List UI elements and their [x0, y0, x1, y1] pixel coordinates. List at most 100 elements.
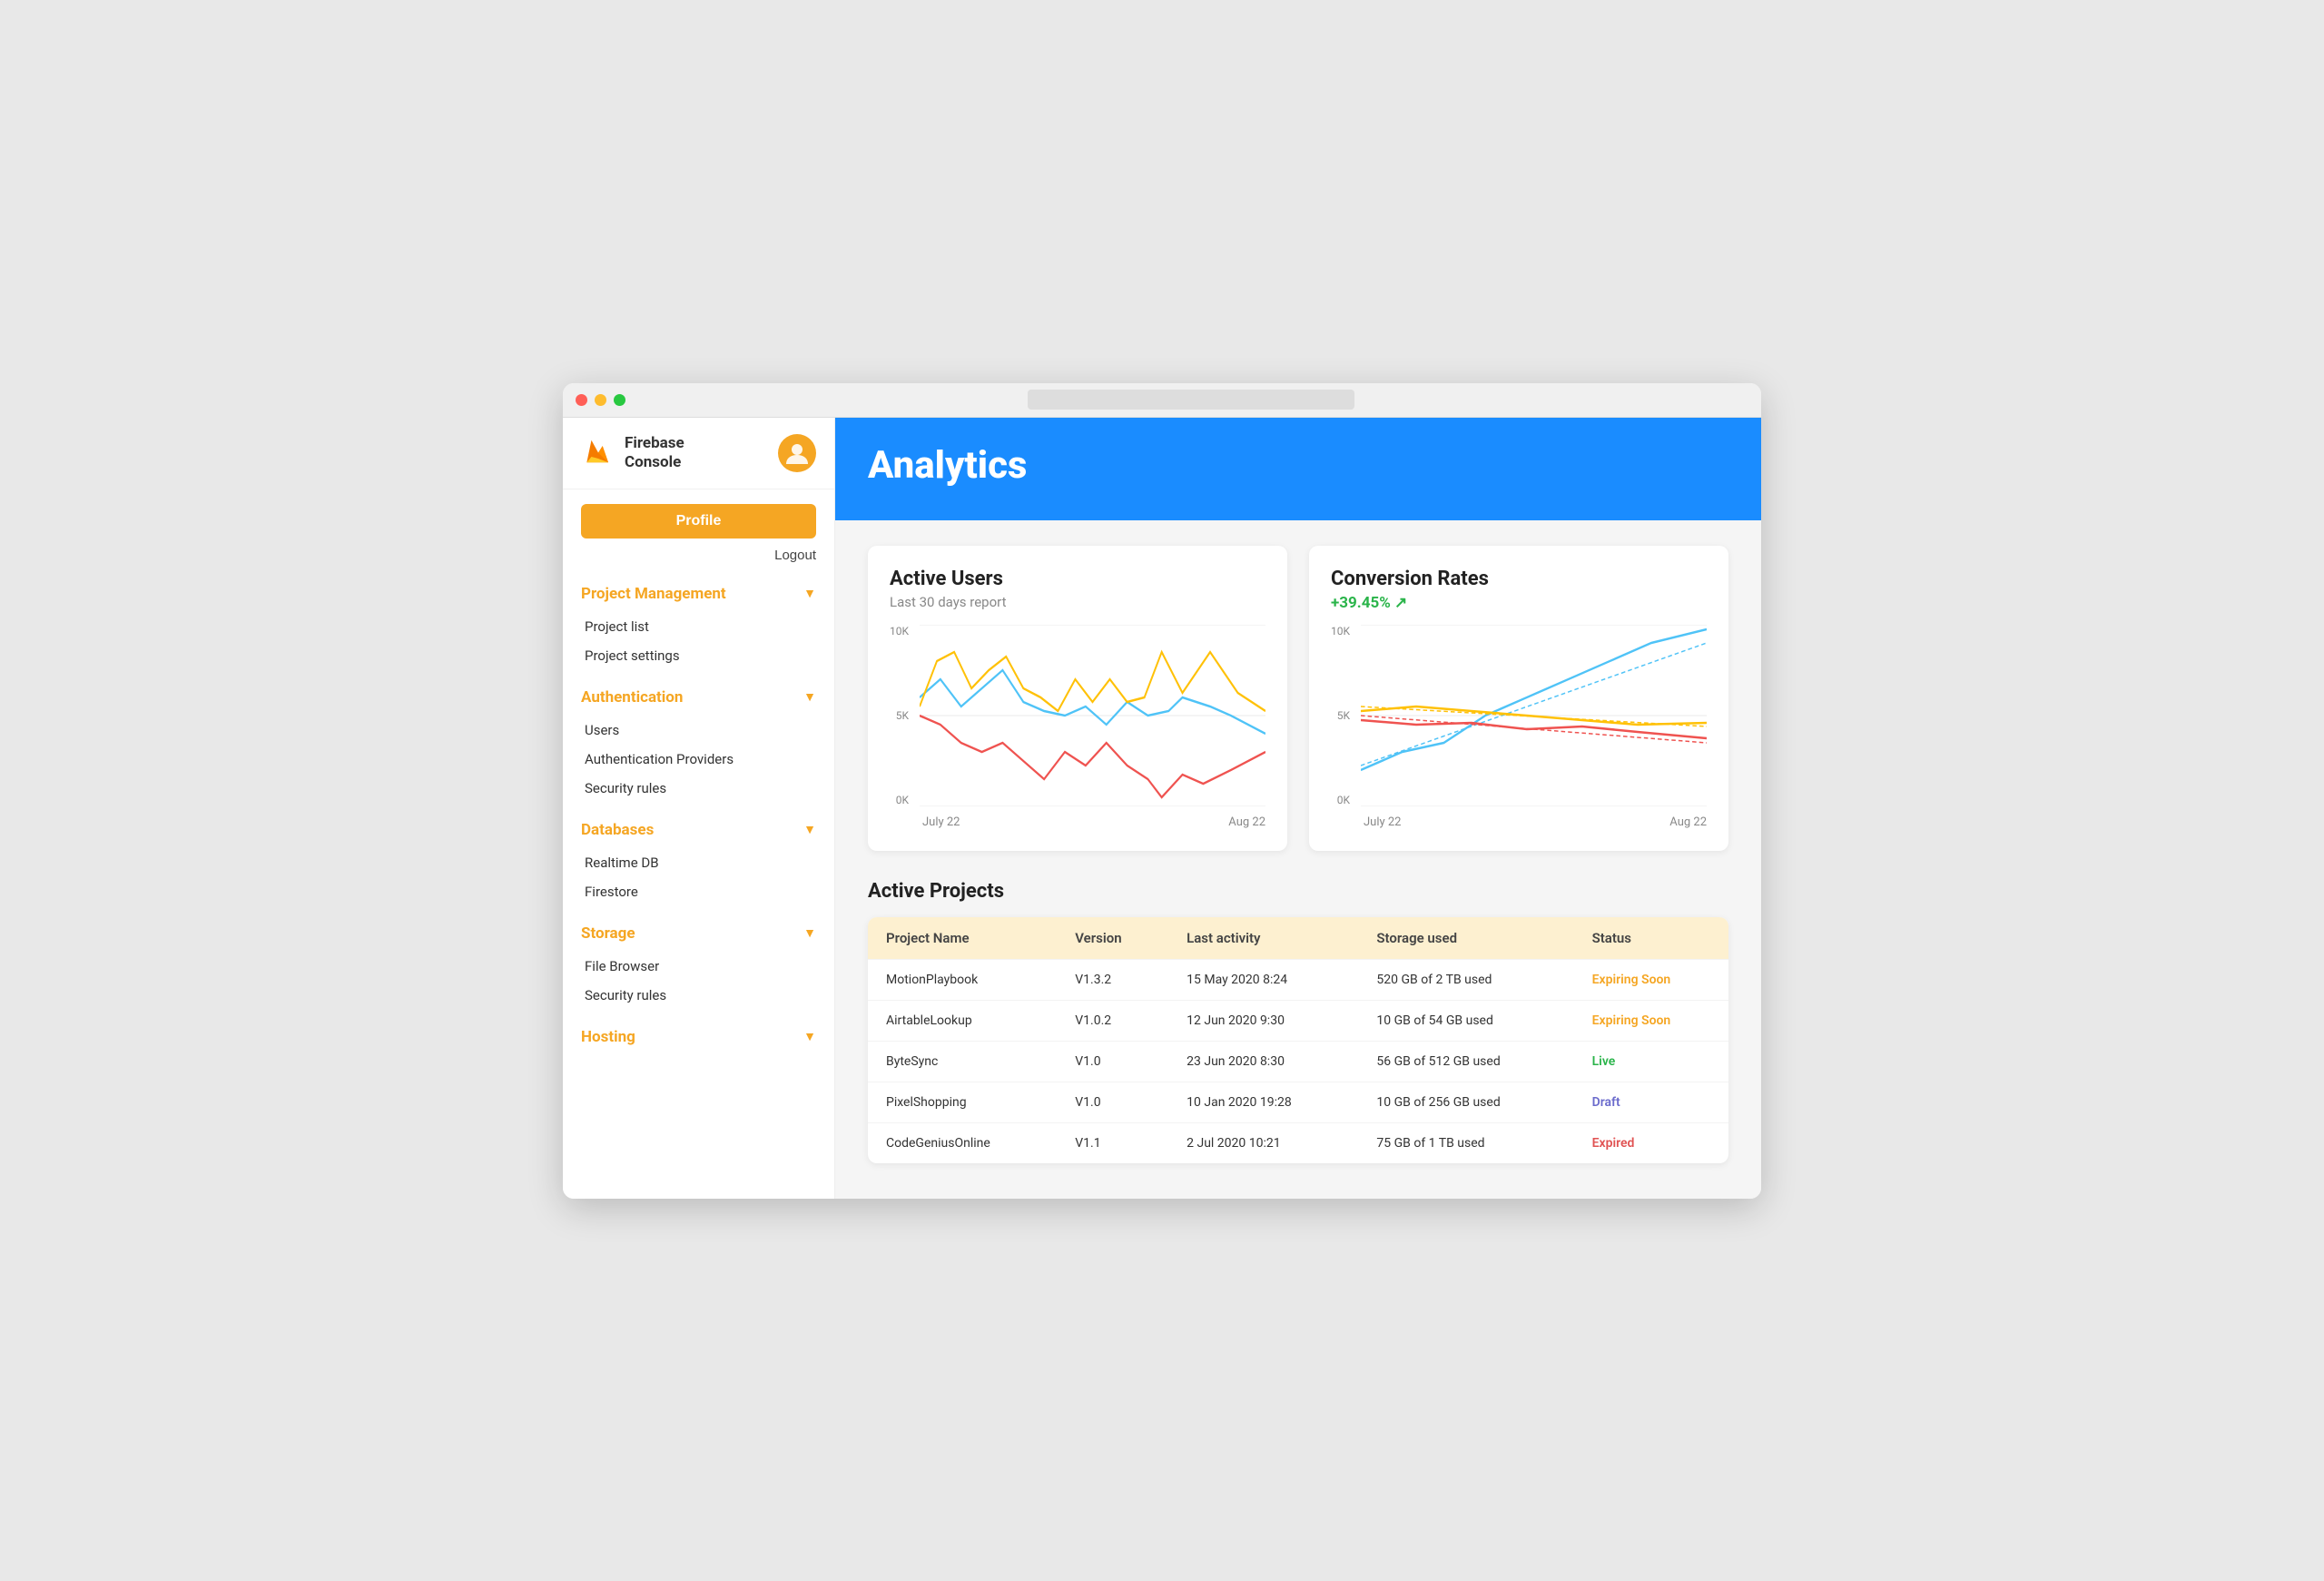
cell-last-activity: 23 Jun 2020 8:30 [1168, 1041, 1358, 1082]
hosting-header[interactable]: Hosting ▼ [581, 1028, 816, 1046]
titlebar [563, 383, 1761, 418]
active-users-subtitle: Last 30 days report [890, 594, 1265, 610]
sidebar-item-realtime-db[interactable]: Realtime DB [581, 848, 816, 877]
hosting-chevron-icon: ▼ [803, 1029, 816, 1044]
conversion-rates-chart-area [1361, 625, 1707, 810]
col-header-status: Status [1574, 917, 1728, 960]
sidebar-item-security-rules[interactable]: Security rules [581, 774, 816, 803]
cell-storage: 56 GB of 512 GB used [1358, 1041, 1573, 1082]
sidebar-item-auth-providers[interactable]: Authentication Providers [581, 745, 816, 774]
maximize-button[interactable] [614, 394, 625, 406]
conversion-rates-title: Conversion Rates [1331, 568, 1707, 590]
sidebar-item-project-list[interactable]: Project list [581, 612, 816, 641]
sidebar-header: Firebase Console [563, 418, 834, 489]
cell-project-name: MotionPlaybook [868, 959, 1057, 1000]
sidebar-section-authentication: Authentication ▼ Users Authentication Pr… [563, 670, 834, 803]
active-users-x-labels: July 22 Aug 22 [890, 815, 1265, 829]
close-button[interactable] [576, 394, 587, 406]
avatar[interactable] [778, 434, 816, 472]
table-row: CodeGeniusOnline V1.1 2 Jul 2020 10:21 7… [868, 1122, 1728, 1163]
main-content: Analytics Active Users Last 30 days repo… [835, 418, 1761, 1199]
databases-chevron-icon: ▼ [803, 822, 816, 837]
cell-last-activity: 10 Jan 2020 19:28 [1168, 1082, 1358, 1122]
authentication-chevron-icon: ▼ [803, 689, 816, 705]
cell-last-activity: 2 Jul 2020 10:21 [1168, 1122, 1358, 1163]
titlebar-search-area [633, 390, 1748, 410]
cell-status: Expiring Soon [1574, 1000, 1728, 1041]
cell-version: V1.0 [1057, 1082, 1168, 1122]
col-header-version: Version [1057, 917, 1168, 960]
cell-status: Live [1574, 1041, 1728, 1082]
cell-version: V1.3.2 [1057, 959, 1168, 1000]
cell-status: Expired [1574, 1122, 1728, 1163]
table-header-row: Project Name Version Last activity Stora… [868, 917, 1728, 960]
cell-project-name: CodeGeniusOnline [868, 1122, 1057, 1163]
cell-status: Expiring Soon [1574, 959, 1728, 1000]
hosting-title: Hosting [581, 1028, 635, 1046]
url-bar[interactable] [1028, 390, 1354, 410]
storage-chevron-icon: ▼ [803, 925, 816, 941]
cell-storage: 75 GB of 1 TB used [1358, 1122, 1573, 1163]
cell-storage: 520 GB of 2 TB used [1358, 959, 1573, 1000]
cr-y-label-bot: 0K [1331, 794, 1350, 806]
table-row: MotionPlaybook V1.3.2 15 May 2020 8:24 5… [868, 959, 1728, 1000]
databases-title: Databases [581, 821, 654, 839]
profile-button[interactable]: Profile [581, 504, 816, 539]
cell-status: Draft [1574, 1082, 1728, 1122]
cell-storage: 10 GB of 256 GB used [1358, 1082, 1573, 1122]
projects-table-wrapper: Project Name Version Last activity Stora… [868, 917, 1728, 1163]
sidebar: Firebase Console Profile Logout Project … [563, 418, 835, 1199]
col-header-storage: Storage used [1358, 917, 1573, 960]
cell-project-name: AirtableLookup [868, 1000, 1057, 1041]
brand: Firebase Console [581, 434, 684, 471]
sidebar-item-firestore[interactable]: Firestore [581, 877, 816, 906]
project-management-header[interactable]: Project Management ▼ [581, 585, 816, 603]
conversion-rates-chart [1361, 625, 1707, 806]
y-label-top: 10K [890, 625, 909, 637]
cell-storage: 10 GB of 54 GB used [1358, 1000, 1573, 1041]
table-row: PixelShopping V1.0 10 Jan 2020 19:28 10 … [868, 1082, 1728, 1122]
cell-project-name: PixelShopping [868, 1082, 1057, 1122]
cr-y-label-mid: 5K [1331, 709, 1350, 722]
sidebar-section-databases: Databases ▼ Realtime DB Firestore [563, 803, 834, 906]
active-users-x-end: Aug 22 [1228, 815, 1265, 829]
col-header-name: Project Name [868, 917, 1057, 960]
y-label-bot: 0K [890, 794, 909, 806]
sidebar-section-storage: Storage ▼ File Browser Security rules [563, 906, 834, 1010]
sidebar-section-project-management: Project Management ▼ Project list Projec… [563, 567, 834, 670]
logout-button[interactable]: Logout [563, 544, 834, 567]
cr-y-label-top: 10K [1331, 625, 1350, 637]
conversion-rates-card: Conversion Rates +39.45% ↗ 10K 5K 0K [1309, 546, 1728, 851]
active-users-chart-area [920, 625, 1265, 810]
page-title: Analytics [868, 443, 1728, 488]
conversion-rates-y-axis: 10K 5K 0K [1331, 625, 1354, 806]
brand-name: Firebase Console [625, 434, 684, 471]
main-body: Active Users Last 30 days report 10K 5K … [835, 520, 1761, 1189]
databases-header[interactable]: Databases ▼ [581, 821, 816, 839]
cr-x-start: July 22 [1364, 815, 1402, 829]
minimize-button[interactable] [595, 394, 606, 406]
cell-version: V1.1 [1057, 1122, 1168, 1163]
app-window: Firebase Console Profile Logout Project … [563, 383, 1761, 1199]
active-users-title: Active Users [890, 568, 1265, 590]
sidebar-item-file-browser[interactable]: File Browser [581, 952, 816, 981]
active-users-card: Active Users Last 30 days report 10K 5K … [868, 546, 1287, 851]
active-users-y-axis: 10K 5K 0K [890, 625, 912, 806]
cell-last-activity: 12 Jun 2020 9:30 [1168, 1000, 1358, 1041]
storage-header[interactable]: Storage ▼ [581, 924, 816, 943]
active-users-x-start: July 22 [922, 815, 960, 829]
sidebar-item-storage-security-rules[interactable]: Security rules [581, 981, 816, 1010]
projects-table: Project Name Version Last activity Stora… [868, 917, 1728, 1163]
table-row: ByteSync V1.0 23 Jun 2020 8:30 56 GB of … [868, 1041, 1728, 1082]
cell-last-activity: 15 May 2020 8:24 [1168, 959, 1358, 1000]
authentication-header[interactable]: Authentication ▼ [581, 688, 816, 707]
chart-row: Active Users Last 30 days report 10K 5K … [868, 546, 1728, 851]
project-management-title: Project Management [581, 585, 726, 603]
sidebar-item-users[interactable]: Users [581, 716, 816, 745]
sidebar-section-hosting: Hosting ▼ [563, 1010, 834, 1055]
sidebar-item-project-settings[interactable]: Project settings [581, 641, 816, 670]
cr-x-end: Aug 22 [1669, 815, 1707, 829]
cell-version: V1.0 [1057, 1041, 1168, 1082]
y-label-mid: 5K [890, 709, 909, 722]
table-row: AirtableLookup V1.0.2 12 Jun 2020 9:30 1… [868, 1000, 1728, 1041]
